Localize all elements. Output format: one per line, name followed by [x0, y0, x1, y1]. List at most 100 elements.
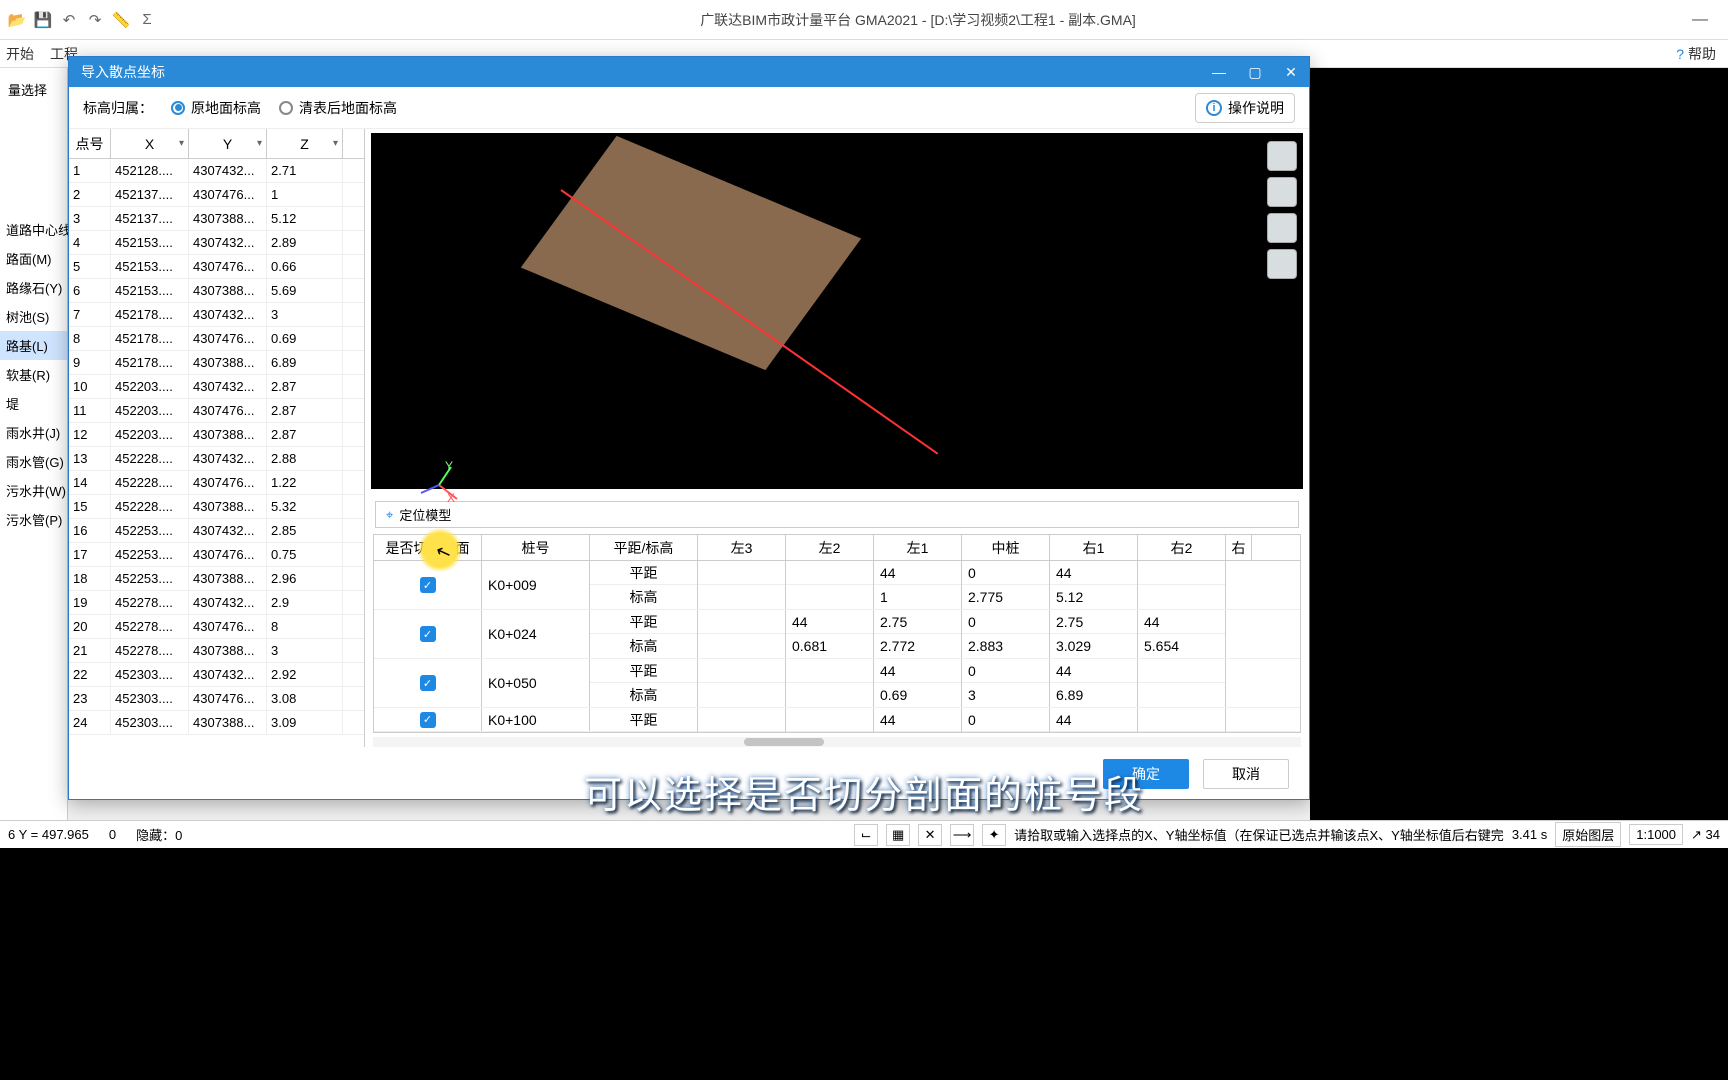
table-row[interactable]: 17452253....4307476...0.75 — [69, 543, 364, 567]
table-row[interactable]: 2452137....4307476...1 — [69, 183, 364, 207]
pin-icon: ⌖ — [386, 507, 393, 523]
table-row[interactable]: 13452228....4307432...2.88 — [69, 447, 364, 471]
table-row[interactable]: 10452203....4307432...2.87 — [69, 375, 364, 399]
locate-model-button[interactable]: ⌖ 定位模型 — [375, 501, 1299, 528]
radio-cleared-ground[interactable]: 清表后地面标高 — [279, 98, 397, 118]
sidebar-item[interactable]: 污水井(W) — [0, 476, 67, 505]
table-row[interactable]: 18452253....4307388...2.96 — [69, 567, 364, 591]
section-hscroll[interactable] — [373, 737, 1301, 747]
table-row[interactable]: 19452278....4307432...2.9 — [69, 591, 364, 615]
table-row[interactable]: 20452278....4307476...8 — [69, 615, 364, 639]
help-button[interactable]: i 操作说明 — [1195, 93, 1295, 123]
undo-icon[interactable]: ↶ — [60, 11, 78, 29]
table-row[interactable]: 4452153....4307432...2.89 — [69, 231, 364, 255]
table-row[interactable]: 14452228....4307476...1.22 — [69, 471, 364, 495]
checkbox[interactable]: ✓ — [420, 577, 436, 593]
menu-item-start[interactable]: 开始 — [6, 44, 34, 64]
sidebar-item[interactable]: 道路中心线 — [0, 215, 67, 244]
table-row[interactable]: 23452303....4307476...3.08 — [69, 687, 364, 711]
snap-icon-4[interactable]: ⟶ — [950, 824, 974, 846]
layer-select[interactable]: 原始图层 — [1555, 822, 1621, 847]
viewcube-icon[interactable] — [1267, 177, 1297, 207]
open-icon[interactable]: 📂 — [8, 11, 26, 29]
sidebar-item[interactable]: 树池(S) — [0, 302, 67, 331]
table-row[interactable]: 22452303....4307432...2.92 — [69, 663, 364, 687]
snap-icon-1[interactable]: ⌙ — [854, 824, 878, 846]
box-view-icon[interactable] — [1267, 213, 1297, 243]
sigma-icon[interactable]: Σ — [138, 11, 156, 29]
table-row[interactable]: 7452178....4307432...3 — [69, 303, 364, 327]
section-table: 是否切分剖面 桩号 平距/标高 左3 左2 左1 中桩 右1 右2 右 ✓ K0… — [373, 534, 1301, 733]
table-row[interactable]: 6452153....4307388...5.69 — [69, 279, 364, 303]
section-row[interactable]: ✓ K0+024 平距标高 440.6812.752.77202.8832.75… — [374, 610, 1300, 659]
table-row[interactable]: 3452137....4307388...5.12 — [69, 207, 364, 231]
table-row[interactable]: 1452128....4307432...2.71 — [69, 159, 364, 183]
section-row[interactable]: ✓ K0+100 平距标高 44044 — [374, 708, 1300, 732]
dialog-titlebar: 导入散点坐标 — ▢ ✕ — [69, 57, 1309, 87]
col-x[interactable]: X▾ — [111, 129, 189, 158]
col-dist-elev[interactable]: 平距/标高 — [590, 535, 698, 560]
sidebar-item[interactable]: 路缘石(Y) — [0, 273, 67, 302]
3d-viewport[interactable]: X Y — [371, 133, 1303, 489]
col-y[interactable]: Y▾ — [189, 129, 267, 158]
status-bar: 6 Y = 497.965 0 隐藏：0 ⌙ ▦ ✕ ⟶ ✦ 请拾取或输入选择点… — [0, 820, 1728, 848]
section-row[interactable]: ✓ K0+009 平距标高 44102.775445.12 — [374, 561, 1300, 610]
status-hint: 请拾取或输入选择点的X、Y轴坐标值（在保证已选点并输该点X、Y轴坐标值后右键完 — [1014, 825, 1504, 844]
table-row[interactable]: 5452153....4307476...0.66 — [69, 255, 364, 279]
save-icon[interactable]: 💾 — [34, 11, 52, 29]
col-center[interactable]: 中桩 — [962, 535, 1050, 560]
sidebar-item[interactable]: 雨水井(J) — [0, 418, 67, 447]
scale-select[interactable]: 1:1000 — [1629, 824, 1683, 845]
table-row[interactable]: 21452278....4307388...3 — [69, 639, 364, 663]
sidebar-item[interactable]: 软基(R) — [0, 360, 67, 389]
col-right2[interactable]: 右2 — [1138, 535, 1226, 560]
sidebar-item[interactable]: 路面(M) — [0, 244, 67, 273]
sidebar-item[interactable]: 污水管(P) — [0, 505, 67, 534]
table-row[interactable]: 8452178....4307476...0.69 — [69, 327, 364, 351]
cancel-button[interactable]: 取消 — [1203, 759, 1289, 789]
measure-icon[interactable]: 📏 — [112, 11, 130, 29]
sidebar-item[interactable]: 路基(L) — [0, 331, 67, 360]
chevron-down-icon: ▾ — [179, 138, 184, 149]
sidebar-item[interactable]: 雨水管(G) — [0, 447, 67, 476]
fit-icon[interactable] — [1267, 249, 1297, 279]
points-table-header: 点号 X▾ Y▾ Z▾ — [69, 129, 364, 159]
redo-icon[interactable]: ↷ — [86, 11, 104, 29]
table-row[interactable]: 11452203....4307476...2.87 — [69, 399, 364, 423]
snap-icon-5[interactable]: ✦ — [982, 824, 1006, 846]
section-table-header: 是否切分剖面 桩号 平距/标高 左3 左2 左1 中桩 右1 右2 右 — [374, 535, 1300, 561]
section-row[interactable]: ✓ K0+050 平距标高 440.6903446.89 — [374, 659, 1300, 708]
col-right-more[interactable]: 右 — [1226, 535, 1252, 560]
selection-label: 量选择 — [0, 74, 67, 105]
dialog-minimize[interactable]: — — [1201, 64, 1237, 81]
col-station[interactable]: 桩号 — [482, 535, 590, 560]
col-left1[interactable]: 左1 — [874, 535, 962, 560]
radio-original-ground[interactable]: 原地面标高 — [171, 98, 261, 118]
menu-help[interactable]: ?帮助 — [1676, 44, 1716, 64]
table-row[interactable]: 24452303....4307388...3.09 — [69, 711, 364, 735]
dialog-close[interactable]: ✕ — [1273, 64, 1309, 81]
checkbox[interactable]: ✓ — [420, 675, 436, 691]
radio-dot-icon — [171, 101, 185, 115]
col-z[interactable]: Z▾ — [267, 129, 343, 158]
table-row[interactable]: 15452228....4307388...5.32 — [69, 495, 364, 519]
dialog-maximize[interactable]: ▢ — [1237, 64, 1273, 81]
radio-dot-icon — [279, 101, 293, 115]
orbit-icon[interactable] — [1267, 141, 1297, 171]
col-point-no[interactable]: 点号 — [69, 129, 111, 158]
col-left2[interactable]: 左2 — [786, 535, 874, 560]
checkbox[interactable]: ✓ — [420, 626, 436, 642]
window-minimize[interactable]: — — [1680, 11, 1720, 29]
scroll-thumb[interactable] — [744, 738, 824, 746]
import-points-dialog: 导入散点坐标 — ▢ ✕ 标高归属： 原地面标高 清表后地面标高 i 操作说明 … — [68, 56, 1310, 800]
table-row[interactable]: 16452253....4307432...2.85 — [69, 519, 364, 543]
sidebar-item[interactable]: 堤 — [0, 389, 67, 418]
snap-icon-2[interactable]: ▦ — [886, 824, 910, 846]
col-left3[interactable]: 左3 — [698, 535, 786, 560]
table-row[interactable]: 9452178....4307388...6.89 — [69, 351, 364, 375]
col-right1[interactable]: 右1 — [1050, 535, 1138, 560]
checkbox[interactable]: ✓ — [420, 712, 436, 728]
status-coords: 6 Y = 497.965 — [8, 827, 89, 842]
snap-icon-3[interactable]: ✕ — [918, 824, 942, 846]
table-row[interactable]: 12452203....4307388...2.87 — [69, 423, 364, 447]
